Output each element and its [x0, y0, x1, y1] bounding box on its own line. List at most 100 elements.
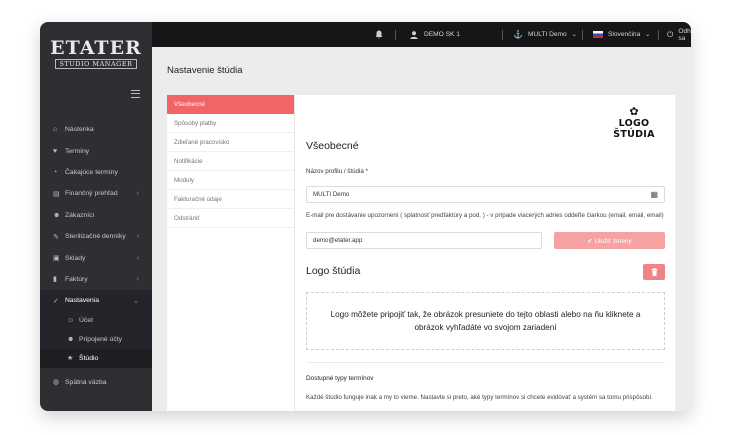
heart-icon: ♥: [53, 147, 58, 155]
wrench-icon: ✓: [53, 297, 59, 305]
menu-toggle-icon[interactable]: [131, 90, 140, 98]
sidebar-subitem-connected-accounts[interactable]: ☻ Pripojené účty: [40, 330, 152, 349]
sidebar-item-warehouses[interactable]: ▣ Sklady ‹: [40, 247, 152, 268]
studio-switcher[interactable]: ⚓ MULTI Demo ⌄: [513, 22, 577, 47]
studio-name: MULTI Demo: [527, 31, 567, 38]
sidebar-item-customers[interactable]: ☻ Zákazníci: [40, 205, 152, 226]
section-heading-appointment-types: Dostupné typy termínov: [306, 375, 374, 382]
sidebar: ETATER STUDIO MANAGER ⌂ Nástenka ♥ Termí…: [40, 22, 152, 411]
sidebar-item-label: Štúdio: [79, 354, 99, 362]
tab-billing-details[interactable]: Fakturačné údaje: [167, 190, 294, 209]
logo-subtitle: STUDIO MANAGER: [55, 58, 137, 69]
user-icon: ☺: [67, 317, 75, 325]
sidebar-item-label: Faktúry: [65, 275, 88, 283]
star-icon: ★: [67, 355, 74, 363]
studio-logo-text: LOGO ŠTÚDIA: [613, 118, 655, 140]
sidebar-item-pending-appointments[interactable]: ◔ Čakajúce termíny: [40, 162, 152, 183]
chevron-left-icon: ‹: [136, 254, 139, 262]
sidebar-item-sterilization-logs[interactable]: ✎ Sterilizačné denníky ‹: [40, 226, 152, 247]
page-title: Nastavenie štúdia: [167, 65, 243, 76]
chart-icon: ▤: [53, 190, 60, 198]
dropzone-text: Logo môžete pripojiť tak, že obrázok pre…: [330, 310, 641, 332]
sidebar-item-label: Sterilizačné denníky: [65, 233, 126, 241]
topbar-divider: [502, 30, 503, 40]
accounts-icon: ☻: [67, 336, 75, 344]
chevron-down-icon: ⌄: [133, 297, 139, 305]
main-content: Nastavenie štúdia Všeobecné Spôsoby plat…: [152, 47, 691, 411]
sidebar-subitem-account[interactable]: ☺ Účet: [40, 312, 152, 331]
topbar-divider: [395, 30, 396, 40]
chevron-left-icon: ‹: [136, 190, 139, 198]
sidebar-item-label: Pripojené účty: [79, 336, 123, 344]
file-icon: ▮: [53, 276, 57, 284]
user-name: DEMO SK 1: [424, 31, 460, 38]
appointment-types-description: Každé štúdio funguje inak a my to vieme.…: [306, 394, 653, 401]
power-icon: ⏻: [667, 29, 674, 39]
chevron-left-icon: ‹: [136, 275, 139, 283]
pen-icon: ✎: [53, 233, 59, 241]
logo-title: ETATER: [50, 36, 142, 59]
logo-mark-icon: ✿: [629, 106, 639, 118]
section-heading-general: Všeobecné: [306, 140, 359, 152]
topbar-divider: [658, 30, 659, 40]
tab-shared-workplace[interactable]: Zdieľané pracovisko: [167, 133, 294, 152]
feedback-icon: ◍: [53, 379, 60, 387]
tab-delete[interactable]: Odstrániť: [167, 209, 294, 228]
delete-logo-button[interactable]: [643, 264, 665, 280]
anchor-icon: ⚓: [513, 30, 523, 39]
sidebar-item-label: Čakajúce termíny: [65, 168, 118, 176]
top-bar: DEMO SK 1 ⚓ MULTI Demo ⌄ Slovenčina ⌄ ⏻ …: [152, 22, 691, 47]
tab-modules[interactable]: Moduly: [167, 171, 294, 190]
sidebar-item-label: Zákazníci: [65, 211, 95, 219]
logout-button[interactable]: ⏻ Odhlásiť sa: [667, 22, 691, 47]
email-value: demo@etater.app: [313, 237, 363, 244]
app-window: ETATER STUDIO MANAGER ⌂ Nástenka ♥ Termí…: [40, 22, 691, 411]
sidebar-item-label: Nastavenia: [65, 297, 100, 305]
sidebar-item-label: Termíny: [65, 147, 90, 155]
email-help-text: E-mail pre dostávanie upozornení ( splat…: [306, 212, 664, 219]
settings-submenu: ☺ Účet ☻ Pripojené účty ★ Štúdio: [40, 311, 152, 368]
sidebar-item-settings[interactable]: ✓ Nastavenia ⌄: [40, 290, 152, 312]
sidebar-item-dashboard[interactable]: ⌂ Nástenka: [40, 119, 152, 140]
email-input[interactable]: demo@etater.app: [306, 232, 542, 249]
chevron-down-icon: ⌄: [571, 32, 577, 38]
trash-icon: [651, 268, 657, 276]
sidebar-subitem-studio[interactable]: ★ Štúdio: [40, 348, 152, 368]
bell-icon: [375, 30, 383, 39]
sidebar-item-label: Finančný prehľad: [65, 190, 118, 198]
settings-panel: ✿ LOGO ŠTÚDIA Všeobecné Názov profilu / …: [295, 95, 675, 411]
tab-general[interactable]: Všeobecné: [167, 95, 294, 114]
chevron-left-icon: ‹: [136, 233, 139, 241]
tab-payment-methods[interactable]: Spôsoby platby: [167, 114, 294, 133]
language-label: Slovenčina: [608, 31, 641, 38]
sidebar-item-appointments[interactable]: ♥ Termíny: [40, 140, 152, 161]
sidebar-item-financial-overview[interactable]: ▤ Finančný prehľad ‹: [40, 183, 152, 204]
required-mark: *: [365, 168, 368, 175]
sidebar-item-label: Sklady: [65, 254, 86, 262]
sidebar-item-invoices[interactable]: ▮ Faktúry ‹: [40, 269, 152, 290]
box-icon: ▣: [53, 255, 60, 263]
profile-name-input[interactable]: MULTI Demo ▦: [306, 186, 665, 203]
brand-logo[interactable]: ETATER STUDIO MANAGER: [40, 22, 152, 84]
sidebar-item-feedback[interactable]: ◍ Spätná väzba: [40, 372, 152, 393]
sidebar-item-label: Spätná väzba: [65, 378, 107, 386]
section-divider: [306, 362, 665, 363]
home-icon: ⌂: [53, 126, 58, 134]
language-switcher[interactable]: Slovenčina ⌄: [593, 22, 650, 47]
user-menu[interactable]: DEMO SK 1: [410, 22, 460, 47]
notifications-button[interactable]: [375, 22, 383, 47]
section-heading-logo: Logo štúdia: [306, 265, 361, 277]
logo-dropzone[interactable]: Logo môžete pripojiť tak, že obrázok pre…: [306, 292, 665, 350]
studio-logo: ✿ LOGO ŠTÚDIA: [603, 106, 665, 141]
tab-notifications[interactable]: Notifikácie: [167, 152, 294, 171]
save-button[interactable]: ✔ Uložiť zmeny: [554, 232, 665, 249]
users-icon: ☻: [53, 211, 61, 219]
logout-label: Odhlásiť sa: [678, 27, 691, 42]
sidebar-item-label: Účet: [79, 317, 93, 325]
clock-icon: ◔: [53, 168, 58, 176]
profile-name-value: MULTI Demo: [313, 191, 350, 198]
profile-name-label: Názov profilu / štúdia *: [306, 168, 368, 175]
contact-card-icon: ▦: [650, 190, 658, 199]
slovak-flag-icon: [593, 31, 603, 38]
topbar-divider: [582, 30, 583, 40]
